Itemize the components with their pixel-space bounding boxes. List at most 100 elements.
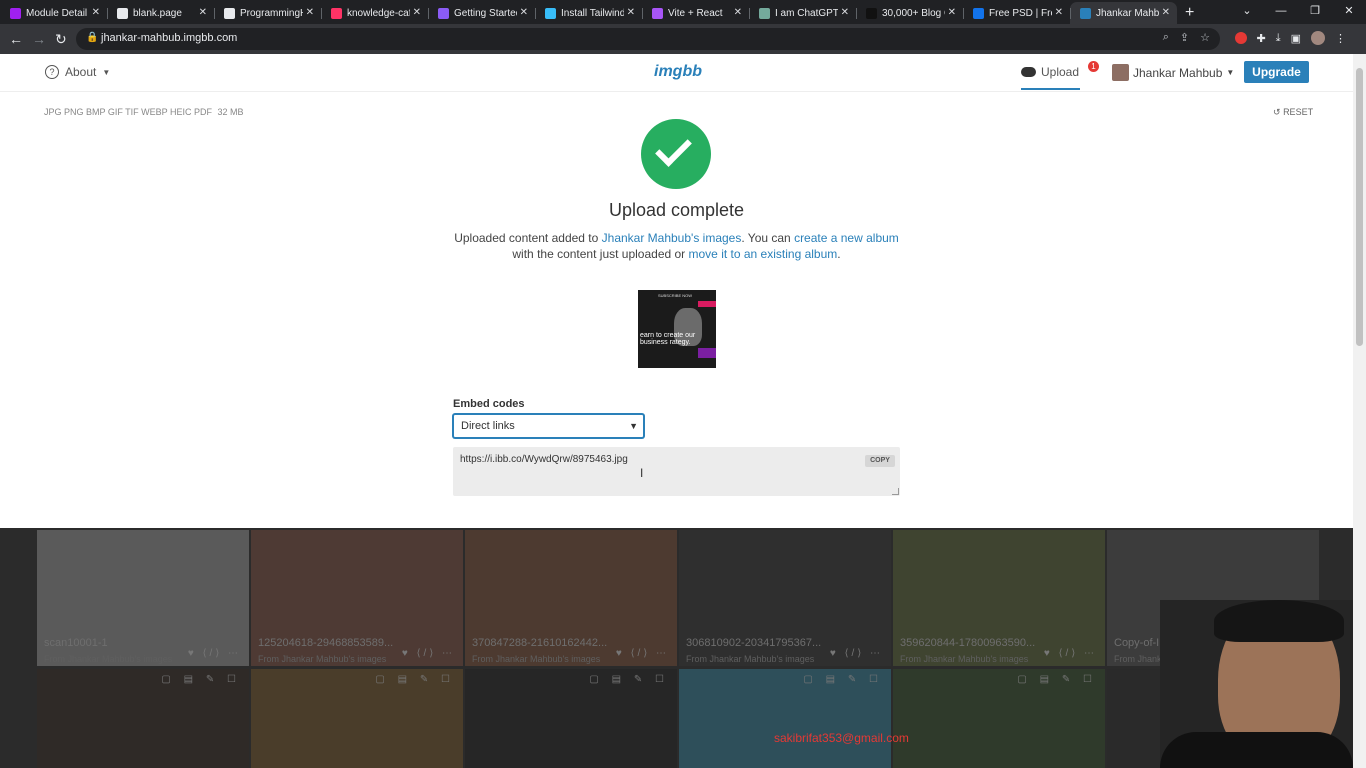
- gallery-item[interactable]: 359620844-17800963590... From Jhankar Mah…: [893, 530, 1105, 666]
- gallery-item-actions[interactable]: ▢ ▤ ✎ ☐: [1017, 674, 1097, 685]
- question-circle-icon: ?: [45, 65, 59, 79]
- embed-type-select[interactable]: Direct links ▼: [453, 414, 644, 438]
- download-icon[interactable]: ⤓: [1276, 32, 1281, 45]
- tab-favicon-icon: [438, 7, 449, 19]
- tab-search-icon[interactable]: ⌄: [1230, 0, 1264, 22]
- gallery-item-actions[interactable]: ▢ ▤ ✎ ☐: [589, 674, 669, 685]
- gallery-item[interactable]: ▢ ▤ ✎ ☐: [465, 669, 677, 768]
- user-menu[interactable]: Jhankar Mahbub ▼: [1112, 64, 1234, 81]
- address-bar[interactable]: 🔒 jhankar-mahbub.imgbb.com ⌕ ⇪ ☆: [76, 28, 1220, 50]
- page-scrollbar[interactable]: [1353, 54, 1366, 768]
- gallery-item-actions[interactable]: ▢ ▤ ✎ ☐: [803, 674, 883, 685]
- gallery-item-actions[interactable]: ▢ ▤ ✎ ☐: [375, 674, 455, 685]
- lock-icon[interactable]: 🔒: [86, 32, 98, 43]
- gallery-item[interactable]: ▢ ▤ ✎ ☐: [679, 669, 891, 768]
- back-button[interactable]: ←: [9, 31, 23, 47]
- url-text[interactable]: jhankar-mahbub.imgbb.com: [101, 32, 237, 44]
- user-images-link[interactable]: Jhankar Mahbub's images: [602, 231, 742, 245]
- embed-code-textarea[interactable]: https://i.ibb.co/WywdQrw/8975463.jpg COP…: [453, 447, 900, 496]
- move-to-album-link[interactable]: move it to an existing album: [689, 247, 838, 261]
- gallery-item-actions[interactable]: ♥ ⟨/⟩ ⋯: [830, 648, 883, 659]
- browser-tab[interactable]: Getting Started ✕: [428, 2, 535, 24]
- zoom-search-icon[interactable]: ⌕: [1163, 31, 1169, 44]
- gallery-item[interactable]: 125204618-29468853589... From Jhankar Mah…: [251, 530, 463, 666]
- gallery-item[interactable]: ▢ ▤ ✎ ☐: [893, 669, 1105, 768]
- gallery-item-source: From Jhankar Mahbub's images: [472, 654, 601, 664]
- active-nav-underline: [1021, 88, 1080, 90]
- presenter-hair: [1214, 600, 1344, 642]
- caret-down-icon: ▼: [102, 67, 111, 77]
- side-panel-icon[interactable]: ▣: [1291, 32, 1301, 45]
- tab-close-icon[interactable]: ✕: [1055, 7, 1063, 18]
- upgrade-button[interactable]: Upgrade: [1244, 61, 1309, 83]
- gallery-item[interactable]: ▢ ▤ ✎ ☐: [37, 669, 249, 768]
- upload-nav-link[interactable]: Upload: [1021, 65, 1079, 79]
- copy-button[interactable]: COPY: [865, 455, 895, 467]
- email-watermark: sakibrifat353@gmail.com: [774, 731, 909, 745]
- browser-tab[interactable]: Free PSD | Free✕: [963, 2, 1070, 24]
- uploaded-image-thumbnail[interactable]: SUBSCRIBE NOW earn to create our busines…: [638, 290, 716, 368]
- browser-tab[interactable]: Module Detail - ✕: [0, 2, 107, 24]
- tab-title: knowledge-cafe: [347, 7, 410, 19]
- gallery-item[interactable]: 306810902-20341795367... From Jhankar Mah…: [679, 530, 891, 666]
- gallery-item-source: From Jhankar Mahbub's images: [686, 654, 815, 664]
- browser-tab[interactable]: 30,000+ Blog C ✕: [856, 2, 963, 24]
- browser-tab[interactable]: Vite + React ✕: [642, 2, 749, 24]
- maximize-button[interactable]: ❐: [1298, 0, 1332, 22]
- notification-badge[interactable]: 1: [1088, 61, 1099, 72]
- about-menu[interactable]: ? About ▼: [45, 65, 110, 79]
- browser-tab[interactable]: Install Tailwind ✕: [535, 2, 642, 24]
- imgbb-logo[interactable]: imgbb: [654, 63, 702, 81]
- browser-toolbar: ← → ↻ 🔒 jhankar-mahbub.imgbb.com ⌕ ⇪ ☆ ✚…: [0, 24, 1366, 54]
- menu-kebab-icon[interactable]: ⋮: [1335, 32, 1346, 45]
- forward-button[interactable]: →: [32, 31, 46, 47]
- reload-button[interactable]: ↻: [55, 31, 67, 47]
- reset-button[interactable]: ↺ RESET: [1273, 107, 1313, 118]
- gallery-item[interactable]: 370847288-21610162442... From Jhankar Mah…: [465, 530, 677, 666]
- gallery-item-name: 370847288-21610162442...: [472, 637, 608, 649]
- gallery-item-actions[interactable]: ♥ ⟨/⟩ ⋯: [1044, 648, 1097, 659]
- tab-close-icon[interactable]: ✕: [627, 7, 635, 18]
- gallery-item-source: From Jhankar Mahbub's images: [900, 654, 1029, 664]
- tab-close-icon[interactable]: ✕: [413, 7, 421, 18]
- tab-list: Module Detail - ✕ blank.page ✕ ProgrammingH ✕…: [0, 2, 1177, 24]
- gallery-item-name: 125204618-29468853589...: [258, 637, 394, 649]
- recorder-extension-icon[interactable]: [1234, 32, 1247, 44]
- browser-tab[interactable]: Jhankar Mahbub✕: [1070, 2, 1177, 24]
- browser-tab[interactable]: I am ChatGPT, a✕: [749, 2, 856, 24]
- gallery-item-name: 359620844-17800963590...: [900, 637, 1036, 649]
- gallery-item-actions[interactable]: ♥ ⟨/⟩ ⋯: [616, 648, 669, 659]
- tab-close-icon[interactable]: ✕: [734, 7, 742, 18]
- gallery-item-actions[interactable]: ♥ ⟨/⟩ ⋯: [188, 648, 241, 659]
- resize-handle[interactable]: [892, 488, 899, 495]
- browser-tab[interactable]: knowledge-cafe✕: [321, 2, 428, 24]
- tab-close-icon[interactable]: ✕: [92, 7, 100, 18]
- bookmark-star-icon[interactable]: ☆: [1200, 31, 1210, 44]
- minimize-button[interactable]: —: [1264, 0, 1298, 22]
- tab-close-icon[interactable]: ✕: [306, 7, 314, 18]
- gallery-item[interactable]: scan10001-1 From Jhankar Mahbub's images ♥…: [37, 530, 249, 666]
- gallery-item[interactable]: ▢ ▤ ✎ ☐: [251, 669, 463, 768]
- share-icon[interactable]: ⇪: [1180, 31, 1189, 44]
- direct-link-text[interactable]: https://i.ibb.co/WywdQrw/8975463.jpg: [460, 454, 628, 465]
- browser-tab[interactable]: blank.page ✕: [107, 2, 214, 24]
- profile-avatar[interactable]: [1311, 31, 1325, 45]
- extensions-puzzle-icon[interactable]: ✚: [1257, 32, 1266, 45]
- scrollbar-thumb[interactable]: [1356, 68, 1363, 346]
- close-window-button[interactable]: ✕: [1332, 0, 1366, 22]
- gallery-item-actions[interactable]: ▢ ▤ ✎ ☐: [161, 674, 241, 685]
- create-album-link[interactable]: create a new album: [794, 231, 899, 245]
- window-controls: ⌄ — ❐ ✕: [1230, 0, 1366, 22]
- tab-favicon-icon: [117, 7, 128, 19]
- tab-close-icon[interactable]: ✕: [841, 7, 849, 18]
- tab-close-icon[interactable]: ✕: [199, 7, 207, 18]
- new-tab-button[interactable]: +: [1177, 2, 1202, 24]
- gallery-item-actions[interactable]: ♥ ⟨/⟩ ⋯: [402, 648, 455, 659]
- tab-close-icon[interactable]: ✕: [520, 7, 528, 18]
- omnibox-icons: ⌕ ⇪ ☆: [1163, 31, 1210, 44]
- tab-close-icon[interactable]: ✕: [948, 7, 956, 18]
- browser-tab[interactable]: ProgrammingH ✕: [214, 2, 321, 24]
- upload-complete-heading: Upload complete: [608, 200, 745, 220]
- tab-close-icon[interactable]: ✕: [1162, 7, 1170, 18]
- top-navigation: ? About ▼ imgbb Upload 1 Jhankar Mahbub …: [0, 54, 1353, 92]
